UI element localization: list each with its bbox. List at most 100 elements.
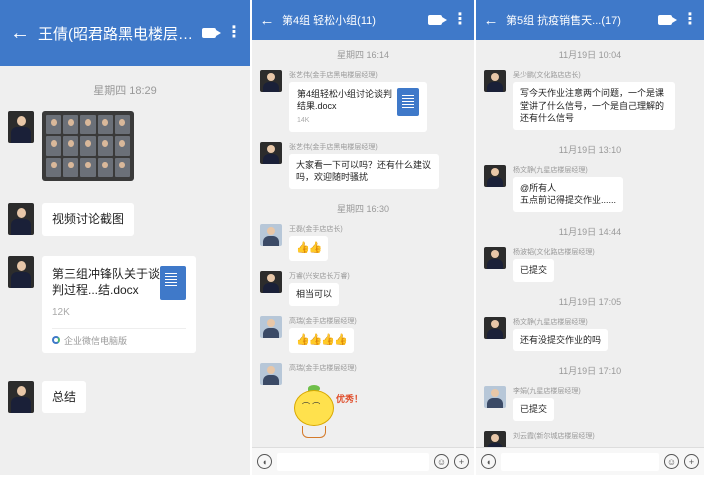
message-bubble[interactable]: 写今天作业注意两个问题，一个是课堂讲了什么信号，一个是自己理解的还有什么信号 <box>513 82 675 130</box>
more-options-icon[interactable]: ⋮ <box>682 12 698 28</box>
message-bubble[interactable]: 总结 <box>42 380 87 414</box>
message-bubble[interactable]: 大家看一下可以吗？还有什么建议吗，欢迎随时骚扰 <box>289 153 439 189</box>
avatar[interactable] <box>484 246 506 269</box>
chat-header: ← 王倩(昭君路黑电楼层经理) ⋮ <box>0 0 250 66</box>
avatar[interactable] <box>484 164 506 187</box>
file-size: 14K <box>297 117 310 125</box>
chat-window-wangqian: ← 王倩(昭君路黑电楼层经理) ⋮ 星期四 18:29 视频讨论截图 第三组冲锋… <box>0 0 250 475</box>
emoji-icon[interactable]: ☺ <box>664 454 679 469</box>
video-call-icon[interactable] <box>428 15 447 25</box>
message-text: 杨文静(九星店楼层经理) @所有人 五点前记得提交作业...... <box>476 160 704 217</box>
avatar[interactable] <box>260 271 282 294</box>
bottom-margin <box>0 475 710 489</box>
avatar[interactable] <box>260 363 282 386</box>
avatar[interactable] <box>8 255 34 288</box>
timestamp: 星期四 16:14 <box>336 50 390 60</box>
avatar[interactable] <box>484 316 506 339</box>
more-options-icon[interactable]: ⋮ <box>452 12 468 28</box>
avatar[interactable] <box>8 203 34 235</box>
avatar[interactable] <box>8 111 34 143</box>
voice-icon[interactable]: ◖ <box>257 454 272 469</box>
document-icon <box>160 265 186 300</box>
avatar[interactable] <box>260 315 282 338</box>
message-file: 张艺伟(金手店黑电楼层经理) 第4组轻松小组讨论谈判结果.docx 14K <box>252 65 474 137</box>
file-attachment-card[interactable]: 第4组轻松小组讨论谈判结果.docx 14K <box>289 82 427 132</box>
input-bar: ◖ ☺ + <box>476 447 704 475</box>
chat-header: ← 第5组 抗疫销售天...(17) ⋮ <box>476 0 704 40</box>
sticker-legs <box>302 426 326 439</box>
sender-name: 高瑞(金手店楼层经理) <box>289 317 357 325</box>
input-bar: ◖ ☺ + <box>252 447 474 475</box>
file-name: 第4组轻松小组讨论谈判结果.docx <box>297 89 393 112</box>
message-bubble[interactable]: 已提交 <box>513 398 555 421</box>
message-bubble[interactable]: 已提交 <box>513 258 555 282</box>
message-text: 吴少鹏(文化路店店长) 写今天作业注意两个问题，一个是课堂讲了什么信号，一个是自… <box>476 65 704 135</box>
message-bubble[interactable]: @所有人 五点前记得提交作业...... <box>513 176 624 212</box>
video-screenshot-image[interactable] <box>42 111 134 181</box>
document-icon <box>397 88 419 116</box>
message-text: 杨文静(九星店楼层经理) 还有没提交作业的吗 <box>476 312 704 357</box>
message-sticker: 高瑞(金手店楼层经理) <box>252 358 474 390</box>
timestamp: 11月19日 13:10 <box>558 144 622 155</box>
timestamp: 11月19日 17:05 <box>558 296 622 307</box>
message-text: 李娟(九星店楼层经理) 已提交 <box>476 381 704 426</box>
chat-window-group4: ← 第4组 轻松小组(11) ⋮ 星期四 16:14 张艺伟(金手店黑电楼层经理… <box>252 0 474 475</box>
file-attachment-card[interactable]: 第三组冲锋队关于谈判过程...结.docx 12K 企业微信电脑版 <box>42 255 196 353</box>
message-screenshot <box>0 106 250 186</box>
avatar[interactable] <box>484 386 506 409</box>
avatar[interactable] <box>484 70 506 92</box>
video-call-icon[interactable] <box>658 15 677 25</box>
sender-name: 张艺伟(金手店黑电楼层经理) <box>289 72 378 79</box>
message-video-label: 视频讨论截图 <box>0 198 250 241</box>
sender-name: 王磊(金手店店长) <box>289 225 343 233</box>
file-source-label: 企业微信电脑版 <box>64 335 128 346</box>
back-arrow-icon[interactable]: ← <box>482 12 500 29</box>
sender-name: 万睿(兴安店长万睿) <box>289 273 350 281</box>
lemon-sticker[interactable]: 优秀！ <box>292 382 363 440</box>
message-file: 第三组冲锋队关于谈判过程...结.docx 12K 企业微信电脑版 <box>0 251 250 358</box>
message-input[interactable] <box>277 452 429 471</box>
sender-name: 张艺伟(金手店黑电楼层经理) <box>289 143 378 151</box>
avatar[interactable] <box>8 380 34 413</box>
add-icon[interactable]: + <box>684 454 699 469</box>
chat-title: 第5组 抗疫销售天...(17) <box>506 15 621 27</box>
message-text: 高瑞(金手店楼层经理) 👍👍👍👍 <box>252 311 474 358</box>
sender-name: 刘云霞(新尔城店楼层经理) <box>513 432 595 440</box>
message-text: 张艺伟(金手店黑电楼层经理) 大家看一下可以吗？还有什么建议吗，欢迎随时骚扰 <box>252 137 474 194</box>
timestamp: 11月19日 17:10 <box>558 366 622 377</box>
wecom-logo-icon <box>52 336 60 345</box>
sender-name: 高瑞(金手店楼层经理) <box>289 365 357 373</box>
file-size: 12K <box>52 307 70 319</box>
message-bubble[interactable]: 还有没提交作业的吗 <box>513 328 609 352</box>
sticker-text: 优秀！ <box>336 394 364 405</box>
chat-title: 王倩(昭君路黑电楼层经理) <box>38 25 202 43</box>
back-arrow-icon[interactable]: ← <box>258 12 276 29</box>
timestamp: 11月19日 14:44 <box>558 226 622 237</box>
back-arrow-icon[interactable]: ← <box>8 22 32 45</box>
video-call-icon[interactable] <box>202 28 221 38</box>
message-text: 王磊(金手店店长) 👍👍 <box>252 219 474 266</box>
avatar[interactable] <box>260 70 282 92</box>
chat-title: 第4组 轻松小组(11) <box>282 15 376 27</box>
timestamp: 11月19日 10:04 <box>558 50 622 60</box>
lemon-face-shape <box>294 390 334 427</box>
message-summary: 总结 <box>0 376 250 419</box>
avatar[interactable] <box>260 141 282 164</box>
add-icon[interactable]: + <box>454 454 469 469</box>
file-name: 第三组冲锋队关于谈判过程...结.docx <box>52 266 161 297</box>
timestamp: 星期四 18:29 <box>93 85 157 97</box>
voice-icon[interactable]: ◖ <box>481 454 496 469</box>
message-text: 杨波韬(文化路店楼层经理) 已提交 <box>476 242 704 287</box>
message-bubble[interactable]: 相当可以 <box>289 283 340 306</box>
sender-name: 杨文静(九星店楼层经理) <box>513 166 588 174</box>
message-bubble[interactable]: 视频讨论截图 <box>42 203 135 236</box>
sender-name: 杨波韬(文化路店楼层经理) <box>513 248 595 256</box>
emoji-icon[interactable]: ☺ <box>434 454 449 469</box>
sender-name: 杨文静(九星店楼层经理) <box>513 318 588 326</box>
avatar[interactable] <box>260 223 282 246</box>
chat-window-group5: ← 第5组 抗疫销售天...(17) ⋮ 11月19日 10:04 吴少鹏(文化… <box>476 0 704 475</box>
message-input[interactable] <box>501 452 659 471</box>
more-options-icon[interactable]: ⋮ <box>226 25 242 41</box>
message-bubble[interactable]: 👍👍👍👍 <box>289 327 354 354</box>
message-bubble[interactable]: 👍👍 <box>289 235 329 262</box>
